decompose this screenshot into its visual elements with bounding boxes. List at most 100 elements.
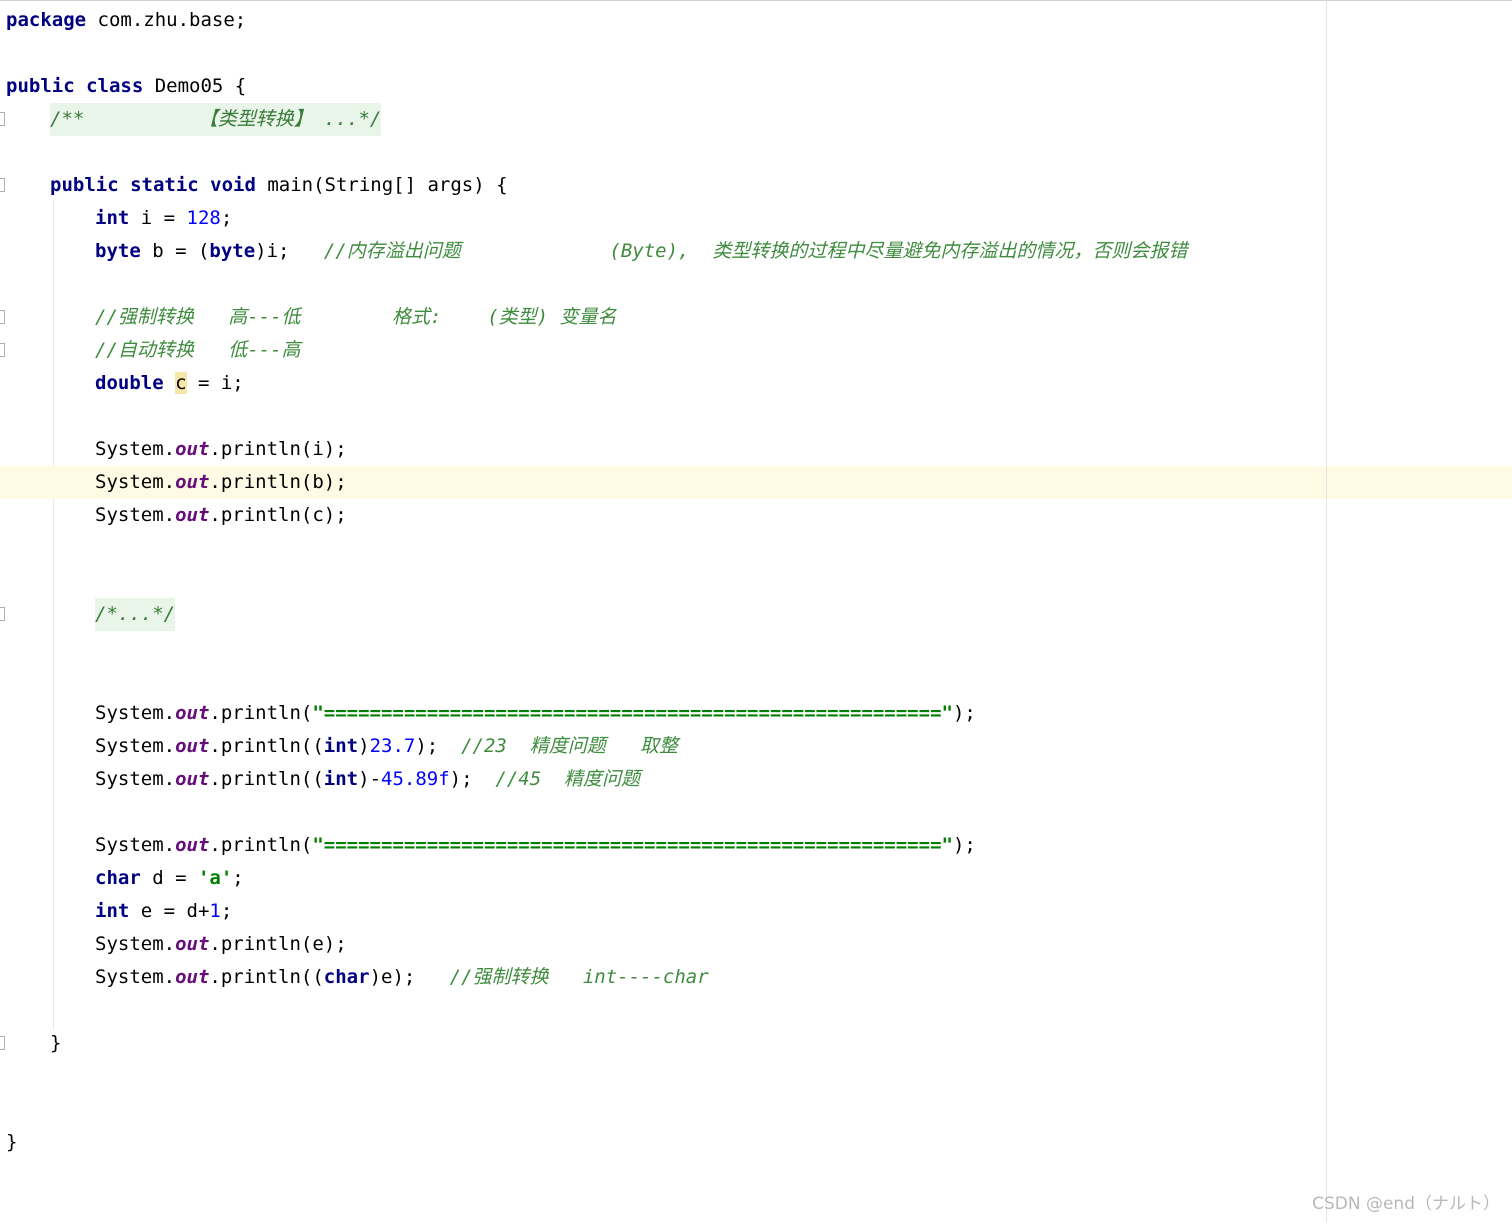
code-line[interactable]: //强制转换 高---低 格式: (类型) 变量名 <box>0 301 1512 334</box>
code-line[interactable]: System.out.println("====================… <box>0 697 1512 730</box>
string-literal: "=======================================… <box>312 702 953 724</box>
code-text: .println(b); <box>209 471 347 493</box>
code-text: System. <box>95 504 176 526</box>
code-text: Demo05 { <box>143 75 247 97</box>
code-text: d = <box>140 867 198 889</box>
line-comment: //内存溢出问题 (Byte), 类型转换的过程中尽量避免内存溢出的情况，否则会… <box>323 240 1188 262</box>
static-field: out <box>175 966 210 988</box>
code-line[interactable]: System.out.println(c); <box>0 499 1512 532</box>
code-line[interactable]: /** 【类型转换】 ...*/ <box>0 103 1512 136</box>
static-field: out <box>175 471 210 493</box>
code-text: = i; <box>186 372 244 394</box>
code-line[interactable]: int e = d+1; <box>0 895 1512 928</box>
code-text: .println(( <box>209 735 324 757</box>
keyword: double <box>95 372 164 394</box>
static-field: out <box>175 768 210 790</box>
line-comment: //23 精度问题 取整 <box>461 735 679 757</box>
code-text: .println(c); <box>209 504 347 526</box>
code-line[interactable]: } <box>0 1027 1512 1060</box>
code-text: .println(e); <box>209 933 347 955</box>
code-line[interactable]: System.out.println((int)-45.89f); //45 精… <box>0 763 1512 796</box>
current-code-line[interactable]: System.out.println(b); <box>0 466 1326 499</box>
code-text: com.zhu.base; <box>86 9 247 31</box>
line-comment: //强制转换 int----char <box>449 966 709 988</box>
code-text: System. <box>95 471 176 493</box>
closing-brace: } <box>6 1131 18 1153</box>
string-literal: 'a' <box>197 867 233 889</box>
code-text: ) <box>358 735 370 757</box>
code-text: System. <box>95 768 176 790</box>
code-line[interactable]: } <box>0 1126 1512 1159</box>
code-text: main(String[] args) { <box>255 174 508 196</box>
current-line-highlight <box>1327 466 1512 499</box>
code-text: System. <box>95 933 176 955</box>
code-text: ; <box>220 207 233 229</box>
folded-comment[interactable]: /*...*/ <box>95 598 176 631</box>
closing-brace: } <box>50 1032 62 1054</box>
line-comment: //自动转换 低---高 <box>95 339 301 361</box>
code-line[interactable]: byte b = (byte)i; //内存溢出问题 (Byte), 类型转换的… <box>0 235 1512 268</box>
code-text: b = ( <box>140 240 210 262</box>
code-text: ); <box>449 768 496 790</box>
static-field: out <box>175 834 210 856</box>
code-text: System. <box>95 834 176 856</box>
code-text: .println(i); <box>209 438 347 460</box>
code-text: .println( <box>209 834 313 856</box>
code-text: System. <box>95 735 176 757</box>
line-comment: //强制转换 高---低 格式: (类型) 变量名 <box>95 306 617 328</box>
code-text: System. <box>95 702 176 724</box>
highlighted-variable: c <box>175 372 187 394</box>
code-line[interactable]: System.out.println(i); <box>0 433 1512 466</box>
static-field: out <box>175 735 210 757</box>
static-field: out <box>175 438 210 460</box>
string-literal: "=======================================… <box>312 834 953 856</box>
code-text: System. <box>95 966 176 988</box>
code-line[interactable]: package com.zhu.base; <box>0 4 1512 37</box>
keyword: int <box>95 207 130 229</box>
keyword: char <box>95 867 141 889</box>
number-literal: 23.7 <box>369 735 416 757</box>
code-line[interactable]: char d = 'a'; <box>0 862 1512 895</box>
keyword: byte <box>95 240 141 262</box>
code-text: .println(( <box>209 768 324 790</box>
code-text: ); <box>952 834 976 856</box>
code-text: ); <box>952 702 976 724</box>
code-line[interactable]: double c = i; <box>0 367 1512 400</box>
keyword: byte <box>209 240 256 262</box>
folded-comment[interactable]: /** 【类型转换】 ...*/ <box>50 103 382 136</box>
code-line[interactable]: public static void main(String[] args) { <box>0 169 1512 202</box>
static-field: out <box>175 504 210 526</box>
code-text: .println( <box>209 702 313 724</box>
code-text: )e); <box>369 966 450 988</box>
keyword: package <box>6 9 87 31</box>
code-line[interactable]: public class Demo05 { <box>0 70 1512 103</box>
code-line[interactable]: System.out.println("====================… <box>0 829 1512 862</box>
keyword: int <box>95 900 130 922</box>
line-comment: //45 精度问题 <box>495 768 641 790</box>
keyword: int <box>323 735 359 757</box>
number-literal: 128 <box>186 207 221 229</box>
number-literal: 1 <box>209 900 221 922</box>
number-literal: 45.89f <box>381 768 450 790</box>
code-text: .println(( <box>209 966 324 988</box>
top-border <box>0 0 1512 1</box>
keyword: char <box>323 966 370 988</box>
code-line[interactable]: System.out.println((char)e); //强制转换 int-… <box>0 961 1512 994</box>
code-line[interactable]: int i = 128; <box>0 202 1512 235</box>
code-text: ; <box>232 867 244 889</box>
code-text: ); <box>415 735 462 757</box>
code-line[interactable]: System.out.println((int)23.7); //23 精度问题… <box>0 730 1512 763</box>
code-text: )- <box>358 768 382 790</box>
code-line[interactable]: System.out.println(e); <box>0 928 1512 961</box>
code-text: i = <box>129 207 187 229</box>
code-line[interactable]: /*...*/ <box>0 598 1512 631</box>
code-text: ; <box>220 900 233 922</box>
keyword: public class <box>6 75 144 97</box>
static-field: out <box>175 702 210 724</box>
code-text: System. <box>95 438 176 460</box>
code-line[interactable]: //自动转换 低---高 <box>0 334 1512 367</box>
code-text: )i; <box>255 240 324 262</box>
static-field: out <box>175 933 210 955</box>
keyword: int <box>323 768 359 790</box>
